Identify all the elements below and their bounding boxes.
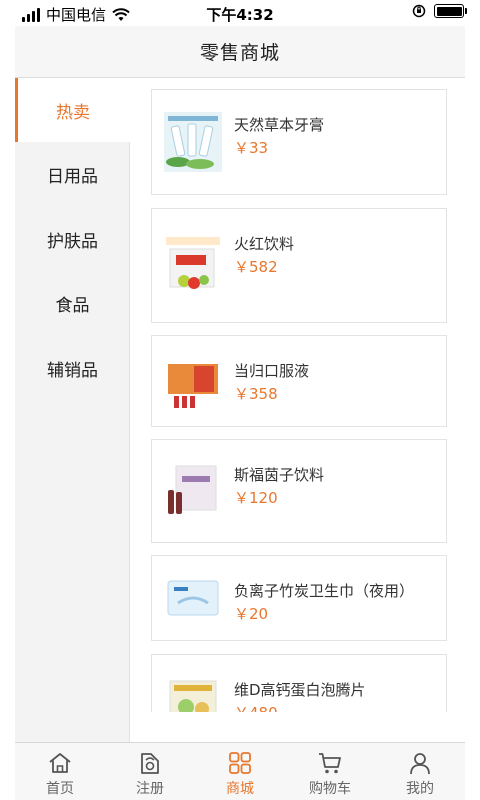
tab-mall[interactable]: 商城 [195,743,285,800]
status-right [412,4,467,18]
cart-icon [319,753,341,774]
battery-icon [434,4,467,18]
tab-label: 购物车 [309,781,351,797]
tab-label: 商城 [226,781,254,797]
tab-home[interactable]: 首页 [15,743,105,800]
app-screen: 中国电信 下午4:32 零售商城 热卖 日用品 护肤品 食品 辅销品 天然草本牙… [0,0,480,800]
page-title: 零售商城 [199,42,280,64]
product-card[interactable]: 天然草本牙膏 ￥33 [151,89,447,195]
product-list[interactable]: 天然草本牙膏 ￥33 火红饮料 ￥582 当归口服液 ￥358 斯福茵子饮料 ￥… [131,78,465,712]
product-name: 当归口服液 [234,362,310,380]
product-name: 负离子竹炭卫生巾（夜用） [234,582,415,600]
home-icon [49,753,71,773]
tab-profile[interactable]: 我的 [375,743,465,800]
category-label: 热卖 [56,102,90,123]
status-bar: 中国电信 下午4:32 [0,0,480,26]
product-image [164,112,222,172]
product-price: ￥20 [234,605,269,623]
category-label: 食品 [55,295,90,316]
status-time: 下午4:32 [206,6,274,24]
category-skincare[interactable]: 护肤品 [15,207,130,271]
product-card[interactable]: 当归口服液 ￥358 [151,335,447,427]
product-card[interactable]: 斯福茵子饮料 ￥120 [151,439,447,543]
category-label: 护肤品 [47,231,98,252]
product-price: ￥582 [234,258,278,276]
category-daily[interactable]: 日用品 [15,142,130,206]
tab-label: 注册 [136,781,164,797]
category-label: 日用品 [47,166,98,187]
product-card[interactable]: 火红饮料 ￥582 [151,208,447,323]
tab-label: 首页 [46,781,74,797]
tab-label: 我的 [406,781,434,797]
user-icon [410,753,430,775]
product-name: 天然草本牙膏 [234,116,325,134]
nav-header: 零售商城 [15,26,465,78]
product-name: 火红饮料 [234,235,295,253]
mall-icon [229,752,251,774]
product-image [164,235,222,295]
product-image [164,462,222,522]
product-image [164,671,222,712]
product-price: ￥120 [234,489,278,507]
category-food[interactable]: 食品 [15,271,130,335]
register-icon [141,753,159,774]
category-sidebar: 热卖 日用品 护肤品 食品 辅销品 [15,78,131,742]
product-price: ￥358 [234,385,278,403]
product-name: 维D高钙蛋白泡腾片 [234,681,366,699]
product-name: 斯福茵子饮料 [234,466,325,484]
product-image [164,569,222,629]
category-label: 辅销品 [47,360,98,381]
bottom-tab-bar: 首页 注册 商城 购物车 我的 [15,742,465,800]
orientation-lock-icon [412,4,426,18]
category-hot[interactable]: 热卖 [15,78,131,142]
product-card[interactable]: 维D高钙蛋白泡腾片 ￥480 [151,654,447,712]
product-card[interactable]: 负离子竹炭卫生巾（夜用） ￥20 [151,555,447,641]
tab-cart[interactable]: 购物车 [285,743,375,800]
product-image [164,352,222,412]
category-auxiliary[interactable]: 辅销品 [15,336,130,400]
tab-register[interactable]: 注册 [105,743,195,800]
product-price: ￥33 [234,139,269,157]
product-price: ￥480 [234,702,278,712]
